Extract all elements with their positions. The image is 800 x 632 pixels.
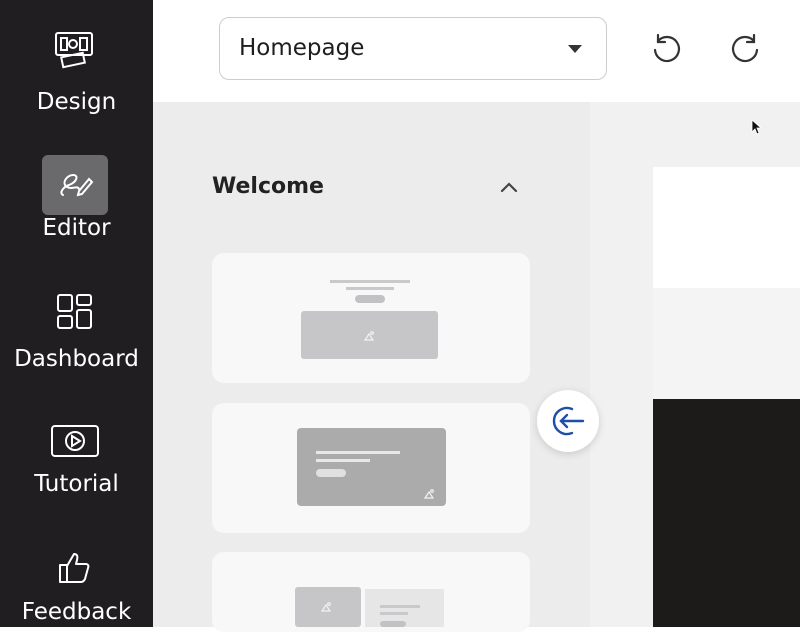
mouse-cursor-icon — [751, 119, 761, 135]
sidebar-item-feedback[interactable]: Feedback — [0, 500, 153, 627]
sidebar-item-label: Editor — [42, 215, 111, 241]
page-select-value: Homepage — [239, 35, 365, 61]
preview-section-band — [653, 288, 800, 399]
sidebar-item-design[interactable]: Design — [0, 0, 153, 125]
sidebar-item-label: Design — [36, 89, 117, 115]
undo-icon — [653, 33, 681, 63]
dashboard-grid-icon — [42, 282, 108, 342]
sidebar-item-dashboard[interactable]: Dashboard — [0, 250, 153, 375]
sidebar-item-editor[interactable]: Editor — [0, 125, 153, 250]
redo-button[interactable] — [727, 30, 763, 66]
sidebar-item-label: Dashboard — [14, 346, 139, 372]
preview-hero-image — [653, 399, 800, 627]
thumbs-up-icon — [42, 538, 108, 598]
section-template-card[interactable] — [212, 253, 530, 383]
section-template-card[interactable] — [212, 552, 530, 632]
design-icon — [42, 20, 108, 80]
sidebar-nav: Design Editor Dashboard Tutorial Feedbac… — [0, 0, 153, 627]
page-select-dropdown[interactable]: Homepage — [219, 17, 607, 80]
play-video-icon — [42, 411, 108, 471]
sidebar-item-label: Feedback — [21, 599, 132, 625]
undo-button[interactable] — [649, 30, 685, 66]
caret-down-icon — [568, 45, 582, 53]
template-thumbnail — [297, 428, 446, 506]
section-template-card[interactable] — [212, 403, 530, 533]
section-title: Welcome — [212, 174, 324, 199]
chevron-up-icon[interactable] — [499, 180, 519, 194]
sections-panel: Welcome — [153, 102, 590, 632]
redo-icon — [731, 33, 759, 63]
sidebar-item-tutorial[interactable]: Tutorial — [0, 375, 153, 500]
arrow-left-circle-icon — [552, 406, 585, 436]
sidebar-item-label: Tutorial — [34, 471, 119, 497]
page-preview[interactable] — [653, 167, 800, 627]
canvas-preview-area[interactable] — [590, 102, 800, 627]
collapse-panel-button[interactable] — [537, 390, 599, 452]
template-thumbnail — [295, 587, 444, 627]
editor-pen-icon — [42, 155, 108, 215]
top-toolbar: Homepage — [153, 0, 800, 102]
template-thumbnail — [301, 280, 438, 359]
